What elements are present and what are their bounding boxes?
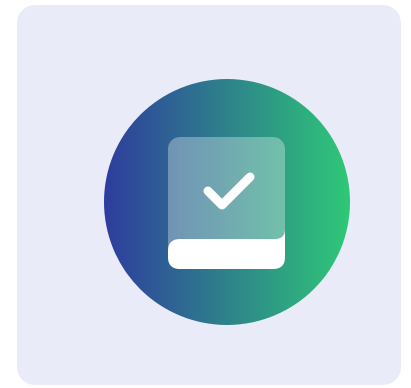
book-check-icon [104, 79, 350, 325]
app-icon-card [17, 5, 401, 385]
